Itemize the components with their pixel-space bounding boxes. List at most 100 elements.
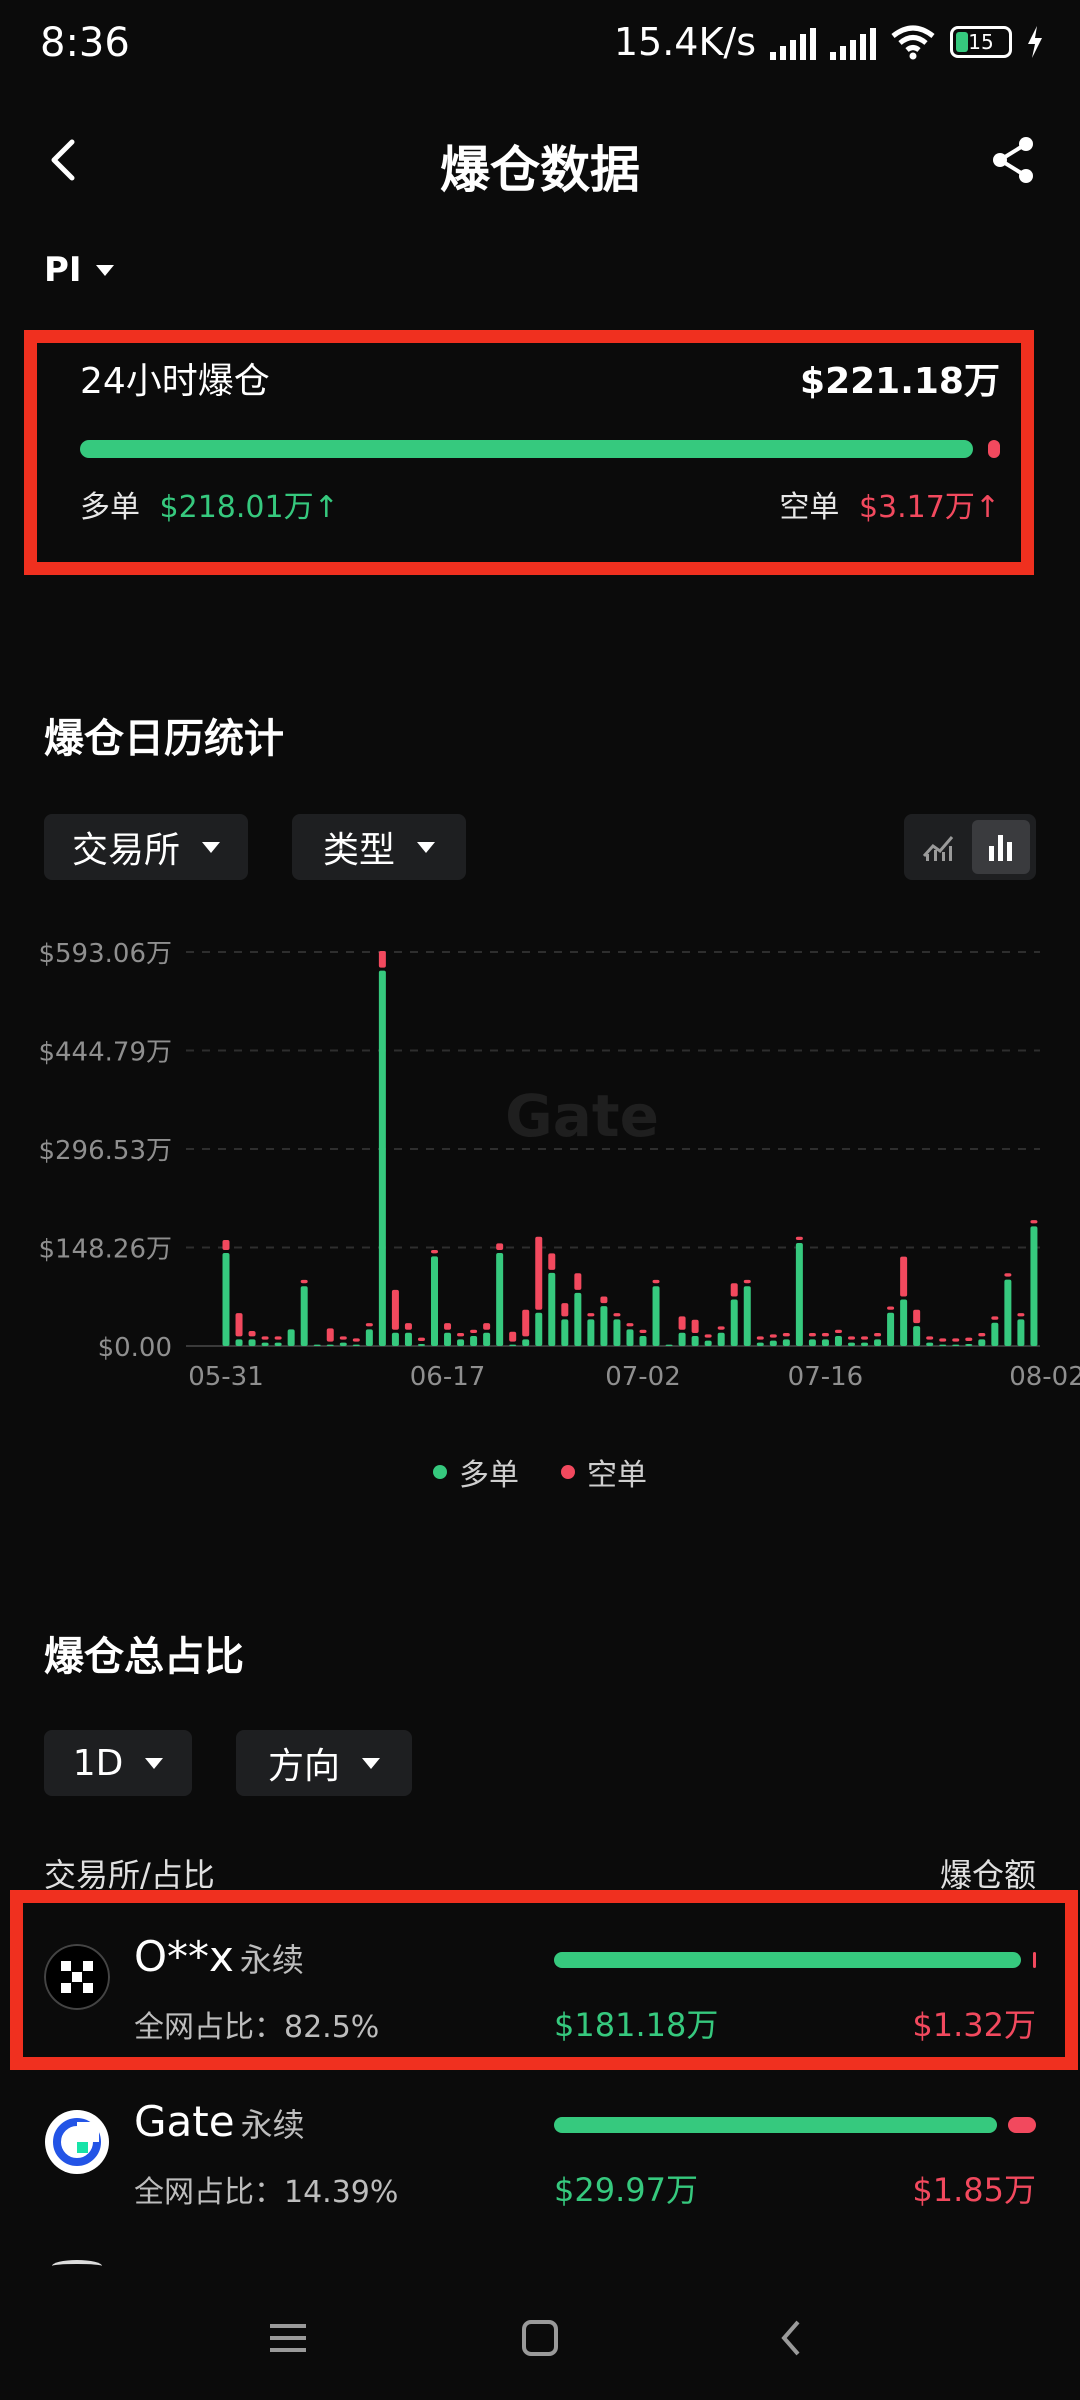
short-amount: $1.32万 (912, 2006, 1036, 2044)
bar-short (431, 1249, 438, 1254)
bar-long (235, 1339, 243, 1346)
bar-short (483, 1323, 491, 1330)
charging-icon (1028, 26, 1042, 58)
bar-long (939, 1344, 947, 1346)
bar-long (548, 1272, 556, 1346)
bar-short (756, 1336, 764, 1340)
bar-short (522, 1309, 530, 1337)
bar-short (378, 951, 386, 968)
page-title: 爆仓数据 (440, 141, 640, 199)
bar-short (470, 1329, 478, 1334)
short-ratio-fill (1008, 2117, 1036, 2133)
bar-short (444, 1323, 452, 1330)
bar-short (743, 1279, 751, 1284)
system-nav-bar (0, 2280, 1080, 2400)
menu-icon[interactable] (258, 2308, 318, 2368)
status-right: 15.4K/s 15 (614, 20, 1044, 64)
exchange-ratio-bar (554, 2117, 1036, 2133)
bar-short (887, 1306, 895, 1310)
bar-long (457, 1339, 465, 1346)
liquidation-summary: 24小时爆仓 $221.18万 多单 $218.01万↑ 空单 $3.17万↑ (80, 352, 1000, 526)
y-tick-label: $0.00 (98, 1333, 172, 1363)
bar-long (287, 1329, 295, 1346)
bar-long (1004, 1279, 1012, 1346)
caret-down-icon (362, 1757, 380, 1769)
exchange-dropdown[interactable]: 交易所 (44, 814, 248, 880)
bar-short (404, 1323, 412, 1330)
legend-long-dot (433, 1465, 447, 1479)
bar-short (678, 1316, 686, 1330)
period-dropdown[interactable]: 1D (44, 1730, 192, 1796)
bar-short (457, 1333, 465, 1337)
bar-short (535, 1236, 543, 1310)
exchange-row[interactable]: O**x 永续 全网占比：82.5% $181.18万 $1.32万 (44, 1930, 1036, 2060)
bar-short (782, 1333, 790, 1337)
liquidation-calendar-chart: Gate $593.06万 $444.79万 $296.53万 $148.26万 $0.0… (0, 920, 1080, 1392)
long-ratio-fill (554, 1952, 1021, 1968)
bar-short (795, 1236, 803, 1241)
type-dropdown[interactable]: 类型 (292, 814, 466, 880)
bar-long (652, 1286, 660, 1346)
line-chart-icon[interactable] (910, 820, 968, 874)
bar-short (717, 1326, 725, 1330)
legend-long[interactable]: 多单 (433, 1450, 519, 1494)
bar-long (665, 1344, 673, 1346)
y-tick-label: $296.53万 (38, 1136, 172, 1166)
bar-long (691, 1336, 699, 1346)
bar-long (326, 1344, 334, 1346)
bar-long (900, 1299, 908, 1346)
x-tick-label: 07-16 (788, 1362, 864, 1390)
bar-long (991, 1322, 999, 1346)
bar-chart-icon[interactable] (972, 820, 1030, 874)
bar-long (743, 1286, 751, 1346)
bar-long (417, 1344, 425, 1346)
bar-short (626, 1323, 634, 1327)
bar-short (365, 1323, 373, 1327)
bar-short (900, 1256, 908, 1297)
short-label: 空单 (779, 490, 840, 525)
bar-long (978, 1339, 986, 1346)
bar-long (678, 1332, 686, 1346)
bar-long (352, 1344, 360, 1346)
bar-long (274, 1342, 282, 1346)
next-exchange-logo-edge (52, 2260, 102, 2272)
long-label: 多单 (80, 490, 140, 525)
summary-total: $221.18万 (800, 361, 1000, 402)
home-icon[interactable] (510, 2308, 570, 2368)
bar-long (861, 1342, 869, 1346)
bar-short (913, 1309, 921, 1324)
back-icon[interactable] (762, 2308, 822, 2368)
bar-short (1030, 1220, 1038, 1224)
bar-long (874, 1339, 882, 1346)
bar-long (404, 1332, 412, 1346)
pair-selector[interactable]: PI (44, 250, 114, 290)
bar-long (834, 1336, 842, 1346)
pair-symbol: PI (44, 250, 82, 290)
period-dropdown-label: 1D (72, 1742, 124, 1784)
bar-long (496, 1252, 504, 1346)
bar-short (834, 1329, 842, 1334)
exchange-ratio-bar (554, 1952, 1036, 1968)
legend-long-label: 多单 (459, 1458, 519, 1493)
legend-short[interactable]: 空单 (561, 1450, 647, 1494)
watermark: Gate (505, 1082, 659, 1150)
bar-long (1030, 1226, 1038, 1346)
bar-long (848, 1342, 855, 1346)
short-amount: $1.85万 (912, 2171, 1036, 2209)
share-icon[interactable] (986, 132, 1042, 188)
contract-tag: 永续 (239, 1941, 304, 1979)
network-share: 全网占比：82.5% (134, 2010, 380, 2045)
caret-down-icon (145, 1757, 164, 1769)
direction-dropdown[interactable]: 方向 (236, 1730, 412, 1796)
bar-long (222, 1252, 230, 1346)
bar-short (587, 1313, 595, 1317)
exchange-row[interactable]: Gate 永续 全网占比：14.39% $29.97万 $1.85万 (44, 2095, 1036, 2225)
bar-short (652, 1279, 660, 1284)
bar-long (704, 1340, 712, 1346)
network-speed: 15.4K/s (613, 20, 756, 64)
long-ratio-fill (80, 440, 974, 458)
bar-short (248, 1331, 256, 1337)
network-share: 全网占比：14.39% (134, 2175, 399, 2210)
bar-short (1004, 1273, 1012, 1277)
bar-long (926, 1342, 934, 1346)
